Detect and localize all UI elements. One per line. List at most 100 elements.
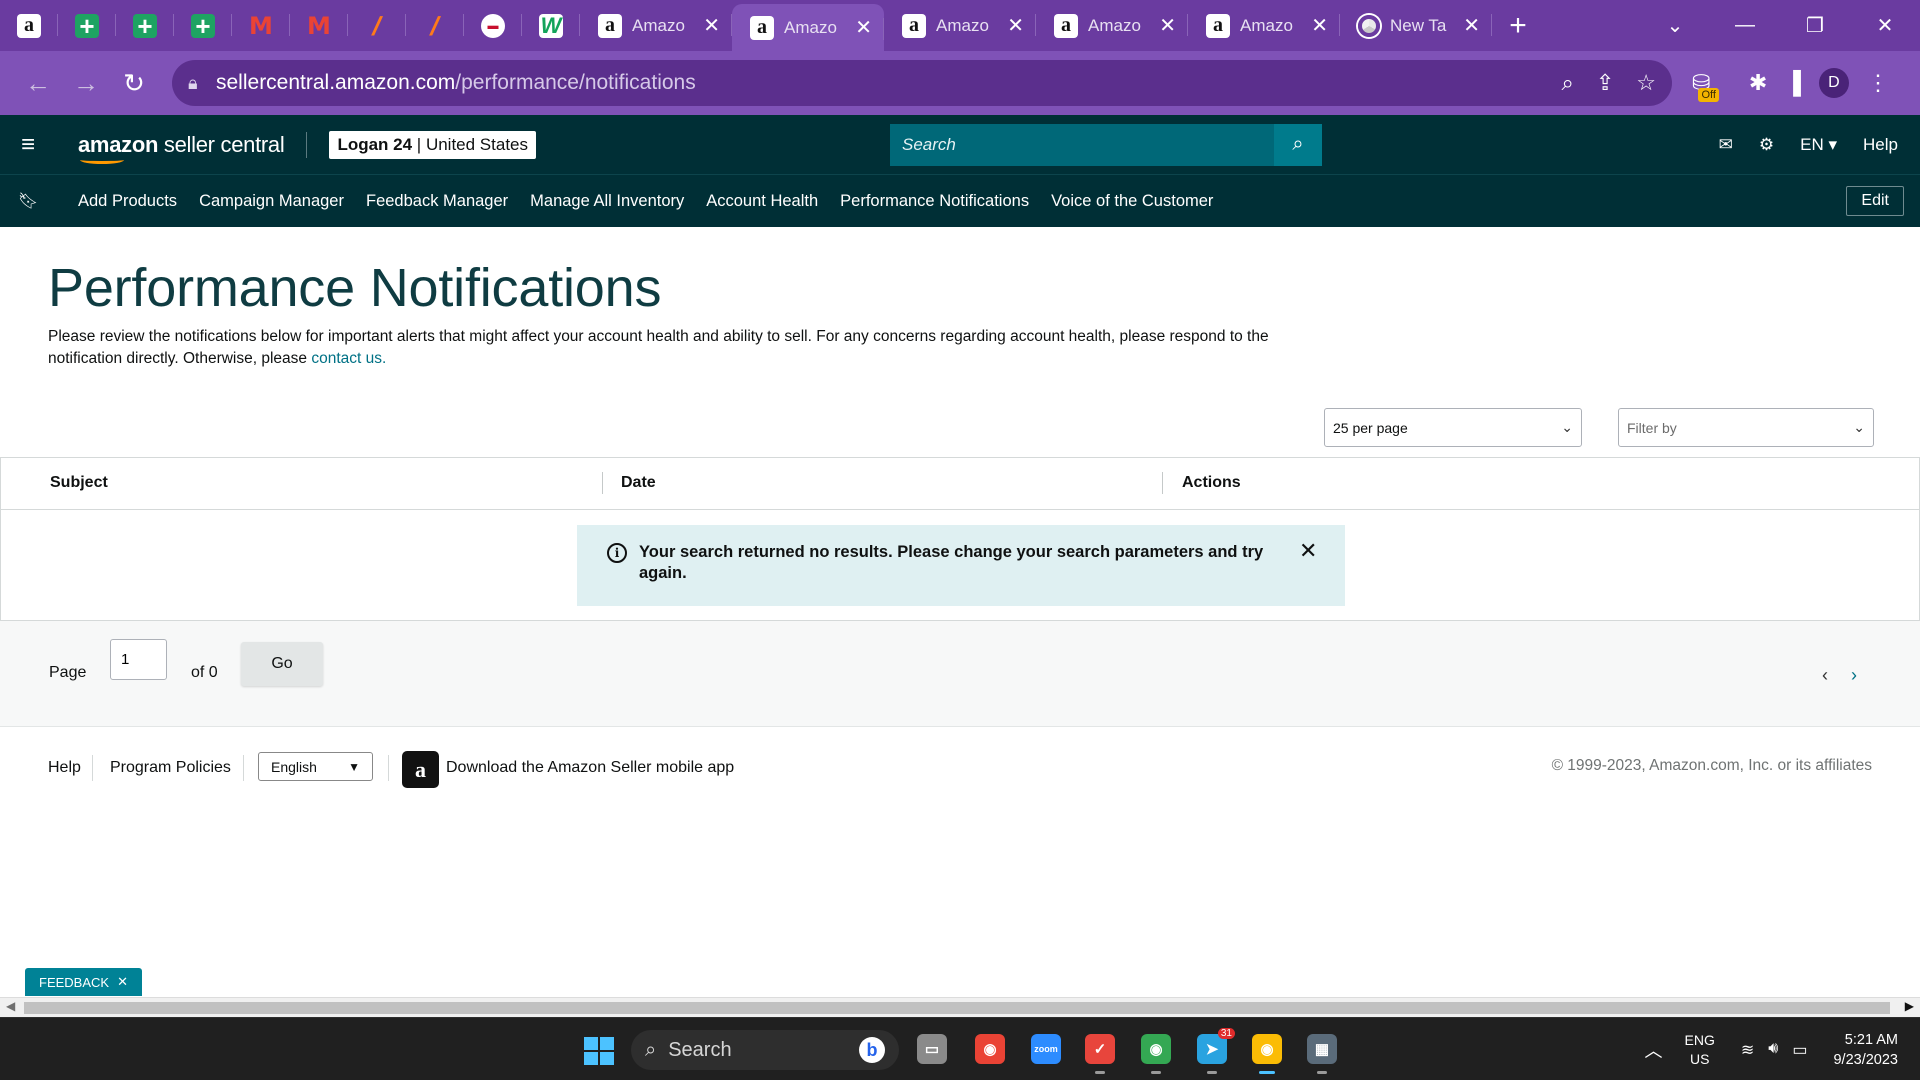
pinned-tab[interactable]: / [348,0,406,51]
column-header-subject[interactable]: Subject [50,474,108,492]
system-tray: ︿ ENG US ≋ 🔊︎ ▭ 5:21 AM 9/23/2023 [1645,1018,1920,1080]
chevron-up-icon[interactable]: ︿ [1645,1037,1663,1063]
extensions-puzzle-icon[interactable]: ✱ [1749,70,1767,96]
file-explorer-icon[interactable]: ▭ [917,1034,947,1064]
nav-link-campaign-manager[interactable]: Campaign Manager [199,192,344,211]
pinned-tab[interactable]: W [522,0,580,51]
calculator-icon[interactable]: ▦ [1307,1034,1337,1074]
extension-toggle-icon[interactable]: ⛁Off [1692,70,1731,102]
pinned-tab[interactable]: M [232,0,290,51]
share-icon[interactable]: ⇪ [1596,70,1614,96]
reload-icon[interactable]: ↻ [110,68,158,99]
nav-link-add-products[interactable]: Add Products [78,192,177,211]
restore-icon[interactable]: ❐ [1780,13,1850,38]
scroll-right-icon[interactable]: ▶ [1905,999,1914,1013]
search-icon[interactable]: ⌕ [1274,123,1322,166]
browser-tab[interactable]: a Amazo ✕ [1036,0,1188,51]
horizontal-scrollbar[interactable]: ◀ ▶ [0,997,1920,1017]
volume-icon[interactable]: 🔊︎ [1768,1040,1778,1060]
tab-title: Amazo [1088,15,1141,35]
nav-link-account-health[interactable]: Account Health [706,192,818,211]
settings-gear-icon[interactable]: ⚙ [1759,135,1774,155]
browser-tab[interactable]: a Amazo ✕ [1188,0,1340,51]
close-icon[interactable]: ✕ [117,974,128,990]
help-link[interactable]: Help [1863,135,1898,155]
browser-tab[interactable]: a Amazo ✕ [884,0,1036,51]
pinned-tab[interactable]: ▬ [464,0,522,51]
scroll-left-icon[interactable]: ◀ [6,999,15,1013]
nav-link-performance-notifications[interactable]: Performance Notifications [840,192,1029,211]
chrome-profile-icon[interactable]: ◉ [1141,1034,1171,1074]
browser-tab[interactable]: a Amazo ✕ [732,4,884,51]
pinned-tab[interactable]: a [0,0,58,51]
telegram-icon[interactable]: ➤ 31 [1197,1028,1235,1074]
nav-link-voice-of-the-customer[interactable]: Voice of the Customer [1051,192,1213,211]
pinned-tab[interactable]: + [174,0,232,51]
bing-icon[interactable]: b [859,1037,885,1063]
tab-title: Amazo [632,15,685,35]
wifi-icon[interactable]: ≋ [1741,1040,1754,1060]
hamburger-menu-icon[interactable]: ≡ [0,131,56,159]
divider [306,131,308,158]
go-button[interactable]: Go [241,642,323,686]
address-bar[interactable]: 🔒︎ sellercentral.amazon.com/performance/… [172,60,1672,106]
per-page-select[interactable]: 25 per page ⌄ [1324,408,1582,447]
column-header-date[interactable]: Date [621,474,656,492]
seller-central-logo[interactable]: amazon seller central [56,132,306,164]
chevron-left-icon[interactable]: ‹ [1822,665,1828,686]
bookmark-star-icon[interactable]: ☆ [1636,70,1656,96]
forward-icon[interactable]: → [62,68,110,99]
close-tab-icon[interactable]: ✕ [703,13,720,38]
nav-link-manage-all-inventory[interactable]: Manage All Inventory [530,192,684,211]
chrome-active-icon[interactable]: ◉ [1252,1034,1282,1074]
account-switcher[interactable]: Logan 24 | United States [329,130,536,159]
zoom-icon[interactable]: ⌕ [1562,70,1574,96]
pinned-tab[interactable]: + [58,0,116,51]
zoom-icon[interactable]: zoom [1031,1034,1061,1064]
lock-icon[interactable]: 🔒︎ [188,73,216,94]
close-tab-icon[interactable]: ✕ [1463,13,1480,38]
nav-link-feedback-manager[interactable]: Feedback Manager [366,192,508,211]
language-selector[interactable]: EN ▾ [1800,135,1837,155]
tab-search-icon[interactable]: ⌄ [1640,13,1710,38]
minimize-icon[interactable]: — [1710,14,1780,37]
taskbar-search[interactable]: ⌕ Search b [631,1030,899,1070]
new-tab-icon[interactable]: + [1492,9,1544,43]
profile-avatar[interactable]: D [1818,68,1849,98]
browser-tab[interactable]: New Ta ✕ [1340,0,1492,51]
mail-icon[interactable]: ✉ [1719,135,1733,155]
edit-nav-button[interactable]: Edit [1846,186,1904,216]
program-policies-link[interactable]: Program Policies [110,759,231,777]
feedback-button[interactable]: FEEDBACK ✕ [25,968,142,996]
download-app-link[interactable]: Download the Amazon Seller mobile app [446,759,734,777]
chevron-right-icon[interactable]: › [1851,665,1857,686]
filter-by-select[interactable]: Filter by ⌄ [1618,408,1874,447]
footer-help-link[interactable]: Help [48,759,81,777]
amazon-seller-app-icon[interactable]: a [402,751,439,788]
pinned-tab[interactable]: M [290,0,348,51]
close-tab-icon[interactable]: ✕ [1007,13,1024,38]
battery-icon[interactable]: ▭ [1792,1040,1807,1060]
clock[interactable]: 5:21 AM 9/23/2023 [1833,1030,1898,1070]
search-input[interactable] [890,123,1274,166]
contact-us-link[interactable]: contact us. [311,350,386,367]
browser-tab[interactable]: a Amazo ✕ [580,0,732,51]
browser-menu-icon[interactable]: ⋮ [1867,70,1889,96]
pinned-tab[interactable]: + [116,0,174,51]
scrollbar-thumb[interactable] [24,1002,1890,1014]
tick-app-icon[interactable]: ✓ [1085,1034,1115,1074]
footer-language-select[interactable]: English ▼ [258,752,373,781]
close-window-icon[interactable]: ✕ [1850,13,1920,38]
back-icon[interactable]: ← [14,68,62,99]
bookmark-icon[interactable]: 🔖︎ [0,191,56,211]
close-icon[interactable]: ✕ [1299,540,1317,606]
windows-start-icon[interactable] [584,1037,614,1065]
page-number-input[interactable] [110,639,167,680]
chrome-icon[interactable]: ◉ [975,1034,1005,1064]
pinned-tab[interactable]: / [406,0,464,51]
input-language[interactable]: ENG US [1685,1031,1715,1069]
side-panel-icon[interactable]: ▐ [1785,70,1801,96]
close-tab-icon[interactable]: ✕ [1159,13,1176,38]
close-tab-icon[interactable]: ✕ [1311,13,1328,38]
close-tab-icon[interactable]: ✕ [855,15,872,40]
